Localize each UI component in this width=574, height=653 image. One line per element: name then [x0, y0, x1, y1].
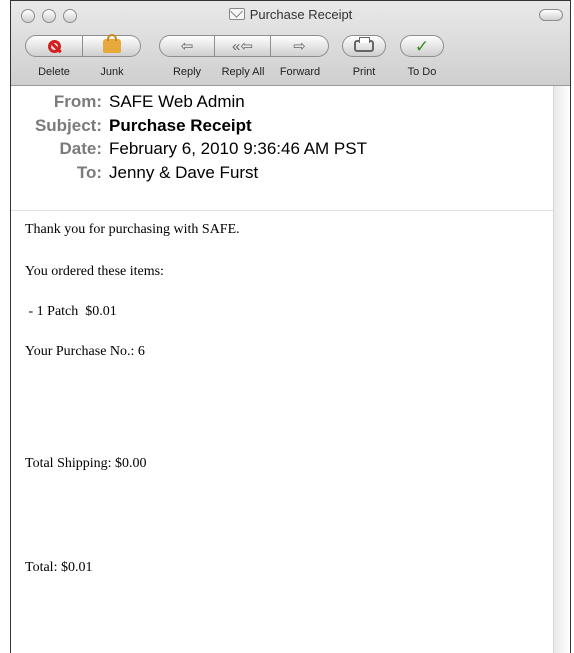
envelope-icon: [228, 8, 245, 20]
junk-label: Junk: [100, 66, 124, 78]
from-value[interactable]: SAFE Web Admin: [109, 90, 245, 114]
title-bar: Purchase Receipt Delete Junk ⇦ «⇦ ⇨ Repl…: [11, 1, 570, 86]
subject-row: Subject: Purchase Receipt: [11, 114, 560, 138]
mail-message-window: Purchase Receipt Delete Junk ⇦ «⇦ ⇨ Repl…: [10, 0, 571, 653]
subject-label: Subject:: [34, 115, 102, 135]
delete-icon: [47, 39, 61, 53]
from-label: From:: [53, 92, 102, 111]
print-label: Print: [352, 66, 376, 78]
body-line-ordered: You ordered these items:: [25, 264, 164, 279]
vertical-scrollbar[interactable]: [553, 86, 570, 653]
window-title: Purchase Receipt: [11, 7, 570, 22]
subject-value: Purchase Receipt: [109, 115, 252, 135]
todo-button[interactable]: ✓: [400, 35, 444, 57]
message-header: From: SAFE Web Admin Subject: Purchase R…: [11, 86, 560, 211]
reply-all-arrow-icon: «⇦: [232, 37, 253, 55]
printer-icon: [354, 37, 374, 52]
junk-icon: [102, 34, 121, 53]
checkmark-icon: ✓: [414, 36, 430, 56]
reply-all-button[interactable]: «⇦: [215, 35, 271, 57]
to-row: To: Jenny & Dave Furst: [11, 161, 560, 185]
date-label: Date:: [59, 139, 102, 158]
to-value[interactable]: Jenny & Dave Furst: [109, 161, 258, 185]
junk-button[interactable]: [83, 34, 141, 57]
from-row: From: SAFE Web Admin: [11, 90, 560, 114]
body-line-thanks: Thank you for purchasing with SAFE.: [25, 222, 240, 237]
print-button[interactable]: [342, 35, 386, 57]
reply-button[interactable]: ⇦: [159, 35, 215, 57]
toolbar-toggle-button[interactable]: [539, 9, 563, 21]
todo-label: To Do: [407, 66, 437, 78]
reply-label: Reply: [172, 66, 202, 78]
forward-button[interactable]: ⇨: [271, 35, 329, 57]
body-line-total: Total: $0.01: [25, 560, 93, 575]
date-value: February 6, 2010 9:36:46 AM PST: [109, 139, 367, 158]
window-title-text: Purchase Receipt: [249, 7, 353, 22]
toolbar: Delete Junk ⇦ «⇦ ⇨ Reply Reply All Forwa…: [11, 31, 570, 79]
body-line-purchase-no: Your Purchase No.: 6: [25, 344, 145, 359]
delete-label: Delete: [38, 66, 70, 78]
date-row: Date: February 6, 2010 9:36:46 AM PST: [11, 137, 560, 161]
reply-arrow-icon: ⇦: [180, 37, 194, 55]
delete-button[interactable]: [25, 35, 83, 57]
body-line-item: - 1 Patch $0.01: [25, 304, 117, 319]
forward-label: Forward: [279, 66, 321, 78]
body-line-shipping: Total Shipping: $0.00: [25, 456, 147, 471]
forward-arrow-icon: ⇨: [293, 37, 306, 55]
to-label: To:: [76, 162, 102, 182]
reply-all-label: Reply All: [221, 66, 265, 78]
